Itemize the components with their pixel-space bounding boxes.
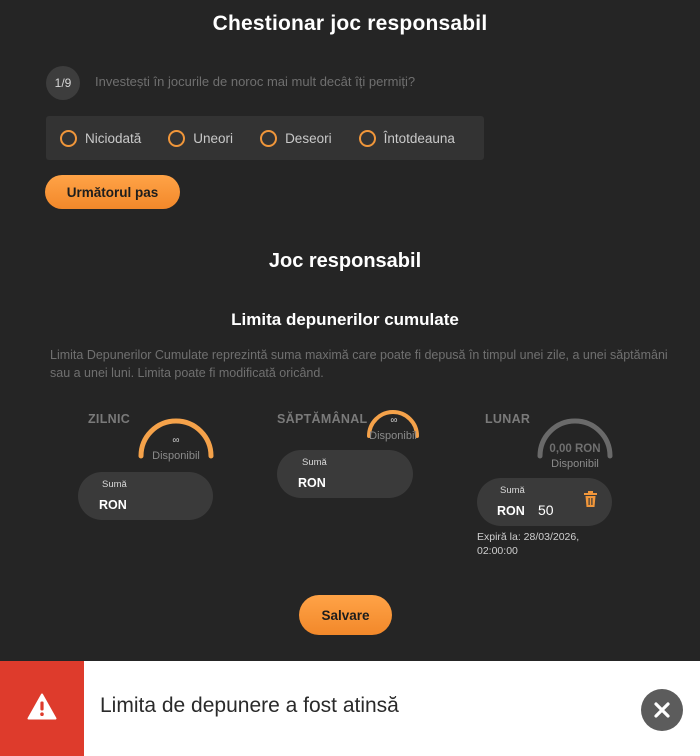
amount-label: Sumă xyxy=(102,479,127,490)
period-label-monthly: LUNAR xyxy=(485,412,531,426)
amount-label: Sumă xyxy=(500,485,525,496)
period-label-weekly: SĂPTĂMÂNAL xyxy=(277,412,368,426)
section-title: Joc responsabil xyxy=(268,250,422,272)
save-button[interactable]: Salvare xyxy=(299,595,392,635)
close-icon[interactable] xyxy=(641,689,683,731)
radio-button[interactable] xyxy=(358,129,376,147)
toast-message: Limita de depunere a fost atinsă xyxy=(100,694,399,717)
available-value: ∞ xyxy=(390,415,398,426)
option-niciodata[interactable]: Niciodată xyxy=(60,129,142,147)
radio-button[interactable] xyxy=(168,129,186,147)
warning-icon xyxy=(27,693,57,725)
trash-icon[interactable] xyxy=(584,491,597,512)
amount-value[interactable]: 50 xyxy=(538,502,554,518)
limit-description: Limita Depunerilor Cumulate reprezintă s… xyxy=(50,348,668,380)
question-text: Investești în jocurile de noroc mai mult… xyxy=(95,74,416,89)
currency-label: RON xyxy=(99,498,127,512)
questionnaire-title: Chestionar joc responsabil xyxy=(212,12,488,35)
option-intotdeauna[interactable]: Întotdeauna xyxy=(358,129,455,147)
option-label: Deseori xyxy=(285,130,332,146)
period-label-daily: ZILNIC xyxy=(88,412,131,426)
available-value: ∞ xyxy=(172,435,180,446)
currency-label: RON xyxy=(298,476,326,490)
available-label: Disponibil xyxy=(551,458,599,470)
question-step-badge: 1/9 xyxy=(46,66,80,100)
available-label: Disponibil xyxy=(369,430,417,442)
radio-button[interactable] xyxy=(260,129,278,147)
option-label: Uneori xyxy=(193,130,234,146)
expiry-text: Expiră la: 28/03/2026, 02:00:00 xyxy=(477,531,580,557)
amount-input-weekly[interactable]: Sumă RON xyxy=(277,450,413,498)
option-label: Niciodată xyxy=(85,130,142,146)
amount-label: Sumă xyxy=(302,457,327,468)
currency-label: RON xyxy=(497,504,525,518)
toast-icon-box xyxy=(0,661,84,756)
amount-input-daily[interactable]: Sumă RON xyxy=(78,472,213,520)
available-label: Disponibil xyxy=(152,450,200,462)
option-deseori[interactable]: Deseori xyxy=(260,129,332,147)
available-value: 0,00 RON xyxy=(549,443,601,455)
section-subtitle: Limita depunerilor cumulate xyxy=(231,310,459,329)
amount-input-monthly[interactable]: Sumă RON 50 xyxy=(477,478,612,526)
option-uneori[interactable]: Uneori xyxy=(168,129,234,147)
next-step-button[interactable]: Următorul pas xyxy=(45,175,180,209)
radio-button[interactable] xyxy=(60,129,77,147)
answer-options: Niciodată Uneori Deseori Întotdeauna xyxy=(46,116,484,160)
option-label: Întotdeauna xyxy=(383,130,455,146)
